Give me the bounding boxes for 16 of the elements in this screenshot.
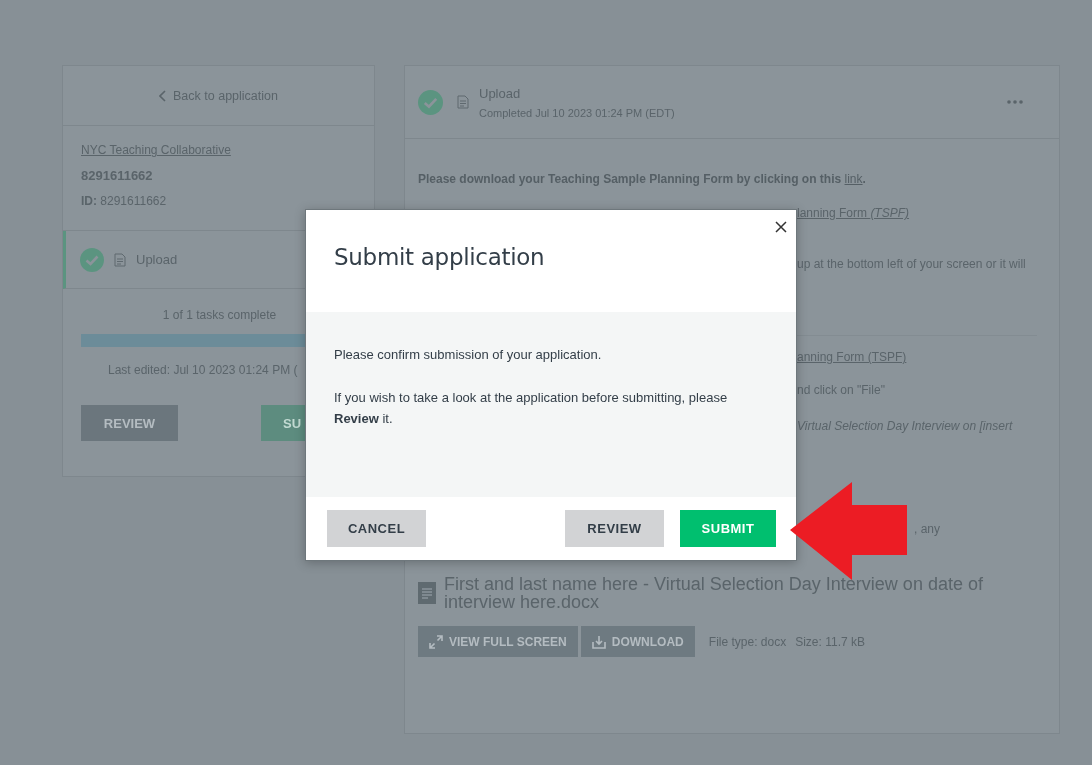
close-icon[interactable] — [775, 221, 787, 233]
document-icon — [418, 582, 436, 604]
view-full-screen-button[interactable]: VIEW FULL SCREEN — [418, 626, 578, 657]
download-button[interactable]: DOWNLOAD — [580, 626, 695, 657]
review-button[interactable]: REVIEW — [565, 510, 664, 547]
submit-button[interactable]: SUBMIT — [680, 510, 776, 547]
review-button[interactable]: REVIEW — [81, 405, 178, 441]
document-icon — [114, 252, 126, 267]
dialog-note: If you wish to take a look at the application before submitting, please Review it. — [334, 389, 729, 428]
cancel-button[interactable]: CANCEL — [327, 510, 426, 547]
chevron-left-icon — [159, 89, 168, 102]
submit-button[interactable]: SU — [261, 405, 306, 441]
expand-icon — [429, 634, 443, 649]
dialog-message: Please confirm submission of your application. — [334, 346, 603, 364]
document-icon — [457, 95, 469, 109]
download-icon — [591, 634, 606, 649]
